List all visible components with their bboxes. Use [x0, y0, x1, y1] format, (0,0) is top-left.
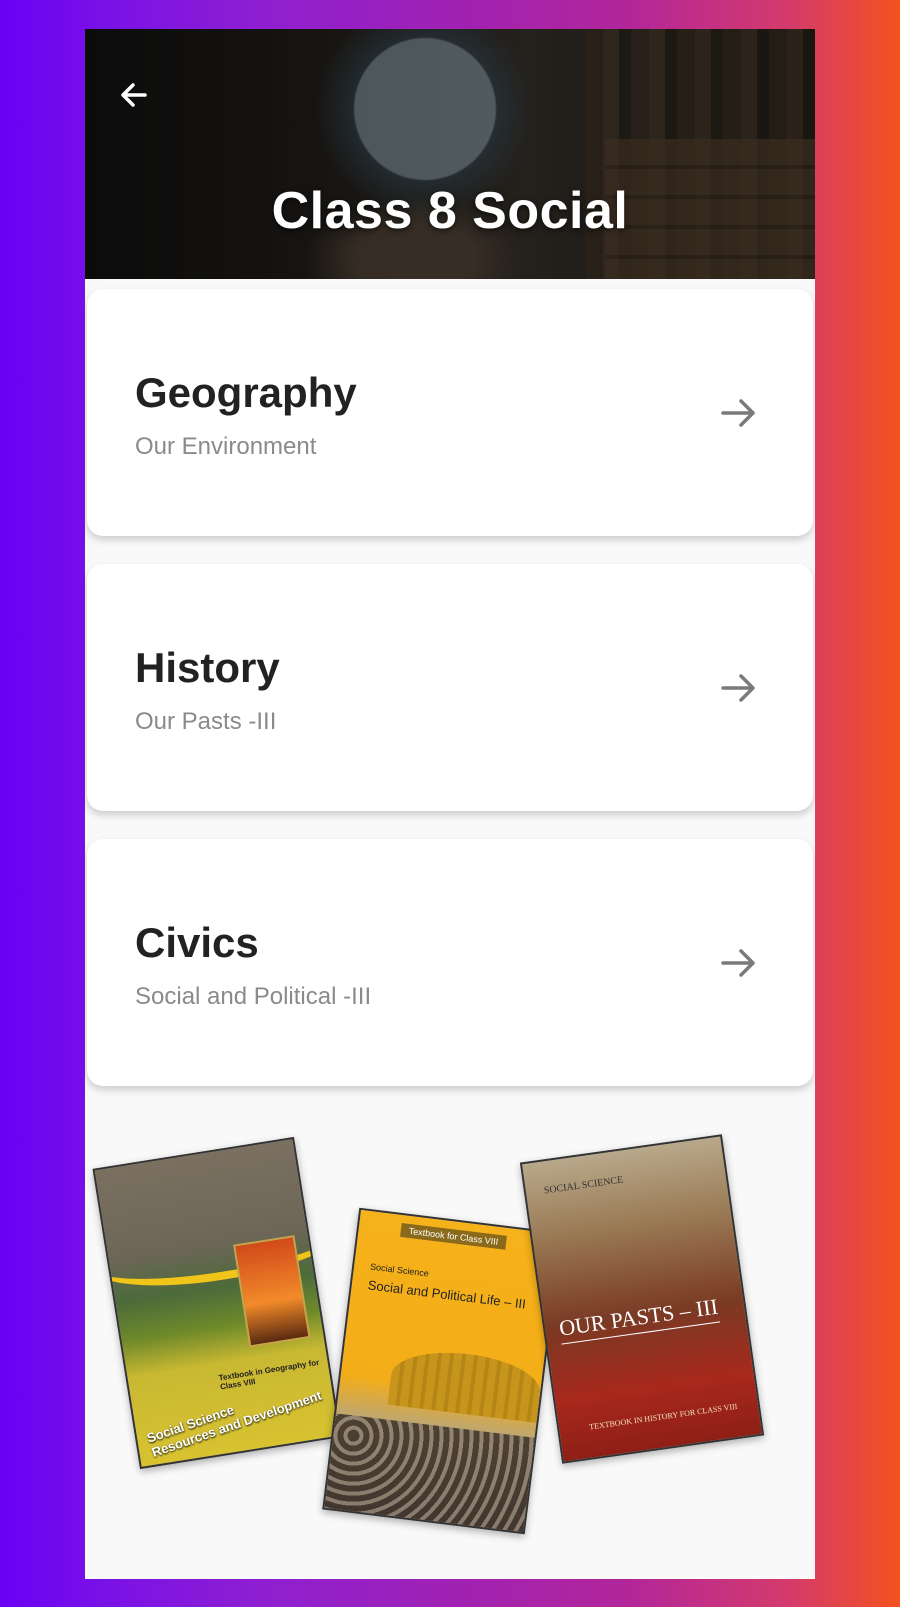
back-button[interactable]: [113, 75, 153, 115]
header-banner: Class 8 Social: [85, 29, 815, 279]
subject-name: Civics: [135, 919, 259, 966]
subject-name: Geography: [135, 369, 357, 416]
cover-crowd-image: [324, 1413, 535, 1533]
subject-subtitle: Our Environment: [135, 433, 317, 460]
subject-subtitle: Our Pasts -III: [135, 708, 277, 735]
subject-card-history[interactable]: History Our Pasts -III: [87, 564, 813, 811]
page-title: Class 8 Social: [271, 182, 629, 240]
book-cover-geography: Textbook in Geography for Class VIII Soc…: [92, 1136, 342, 1470]
subject-name: History: [135, 644, 280, 691]
book-tag: TEXTBOOK IN HISTORY FOR CLASS VIII: [588, 1401, 738, 1432]
book-series: SOCIAL SCIENCE: [543, 1174, 624, 1197]
cover-parliament-image: [387, 1345, 544, 1423]
book-title-text: OUR PASTS – III: [557, 1293, 720, 1345]
book-cover-history: SOCIAL SCIENCE OUR PASTS – III TEXTBOOK …: [519, 1134, 765, 1464]
textbook-covers: Textbook in Geography for Class VIII Soc…: [85, 1129, 815, 1535]
subject-card-geography[interactable]: Geography Our Environment: [87, 289, 813, 536]
book-tag: Textbook for Class VIII: [400, 1222, 507, 1250]
subject-subtitle: Social and Political -III: [135, 983, 372, 1010]
cover-wave-decoration: [92, 1192, 342, 1301]
app-screen: Class 8 Social Geography Our Environment…: [85, 29, 815, 1579]
book-title-text: Social and Political Life – III: [367, 1277, 527, 1312]
arrow-right-icon: [721, 399, 755, 427]
arrow-left-icon: [121, 83, 147, 107]
arrow-right-icon: [721, 674, 755, 702]
arrow-right-icon: [721, 949, 755, 977]
subject-card-civics[interactable]: Civics Social and Political -III: [87, 839, 813, 1086]
book-cover-civics: Textbook for Class VIII Social Science S…: [322, 1207, 562, 1535]
book-series: Social Science: [369, 1261, 430, 1279]
